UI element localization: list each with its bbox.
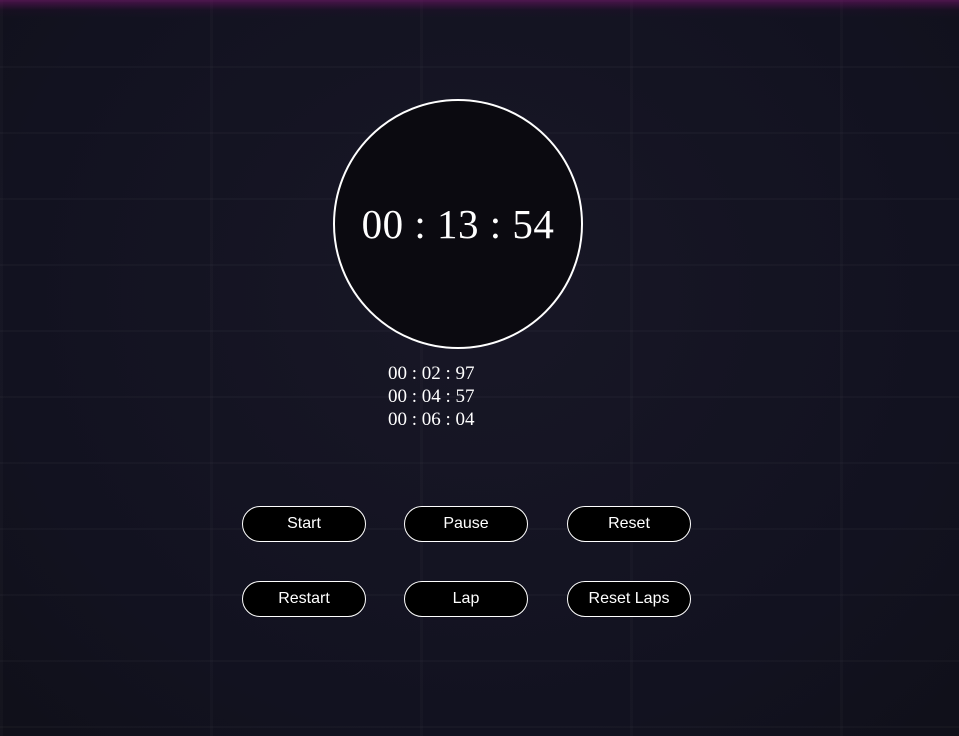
lap-item: 00 : 06 : 04 xyxy=(388,409,475,430)
lap-list: 00 : 02 : 97 00 : 04 : 57 00 : 06 : 04 xyxy=(388,362,475,431)
lap-button[interactable]: Lap xyxy=(404,581,528,617)
lap-item: 00 : 02 : 97 xyxy=(388,363,475,384)
reset-button[interactable]: Reset xyxy=(567,506,691,542)
reset-laps-button[interactable]: Reset Laps xyxy=(567,581,691,617)
stopwatch-time-display: 00 : 13 : 54 xyxy=(361,201,555,247)
pause-button[interactable]: Pause xyxy=(404,506,528,542)
start-button[interactable]: Start xyxy=(242,506,366,542)
lap-item: 00 : 04 : 57 xyxy=(388,386,475,407)
restart-button[interactable]: Restart xyxy=(242,581,366,617)
stopwatch-dial: 00 : 13 : 54 xyxy=(333,99,583,349)
